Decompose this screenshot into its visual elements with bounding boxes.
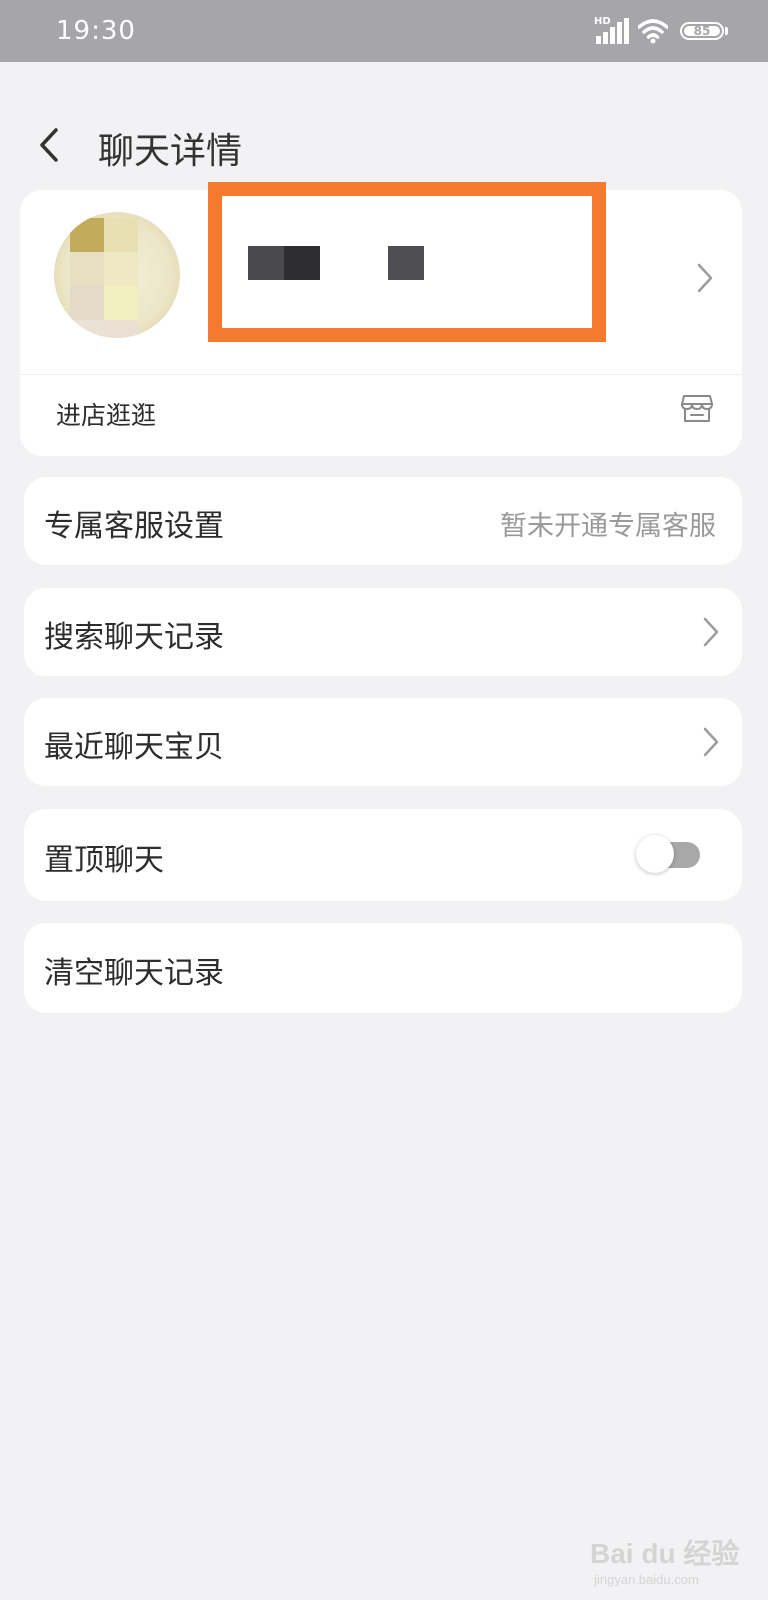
- exclusive-service-row[interactable]: 专属客服设置 暂未开通专属客服: [24, 477, 742, 565]
- shop-name-highlight-box: [208, 182, 606, 342]
- chevron-right-icon: [697, 263, 713, 293]
- shop-avatar: [54, 212, 180, 338]
- page-title: 聊天详情: [98, 131, 243, 172]
- shop-profile-row[interactable]: [20, 182, 742, 374]
- watermark-url: jingyan.baidu.com: [594, 1572, 699, 1587]
- shop-card: 进店逛逛: [20, 182, 742, 456]
- watermark-brand: Bai du 经验: [590, 1538, 740, 1569]
- store-icon: [681, 395, 713, 422]
- enter-shop-label: 进店逛逛: [56, 401, 157, 430]
- header: 聊天详情: [0, 110, 768, 180]
- wifi-icon: [638, 19, 668, 44]
- exclusive-service-status: 暂未开通专属客服: [500, 511, 716, 542]
- baidu-jingyan-watermark: Bai du 经验 jingyan.baidu.com: [590, 1502, 760, 1592]
- status-bar: 19:30 HD 85: [0, 0, 768, 62]
- search-history-row[interactable]: 搜索聊天记录: [24, 588, 742, 676]
- pin-chat-row: 置顶聊天: [24, 809, 742, 901]
- clear-history-row[interactable]: 清空聊天记录: [24, 923, 742, 1013]
- search-history-label: 搜索聊天记录: [44, 620, 224, 655]
- chevron-right-icon: [703, 727, 719, 757]
- status-icons: HD 85: [594, 16, 744, 46]
- battery-icon: 85: [680, 22, 724, 40]
- network-type: HD: [594, 16, 611, 27]
- recent-items-label: 最近聊天宝贝: [44, 730, 224, 765]
- chevron-right-icon: [703, 617, 719, 647]
- clear-history-label: 清空聊天记录: [44, 956, 224, 991]
- pin-chat-label: 置顶聊天: [44, 843, 164, 878]
- battery-level: 85: [693, 24, 711, 38]
- recent-items-row[interactable]: 最近聊天宝贝: [24, 698, 742, 786]
- status-time: 19:30: [56, 16, 136, 46]
- exclusive-service-label: 专属客服设置: [44, 509, 224, 544]
- enter-shop-row[interactable]: 进店逛逛: [20, 375, 742, 456]
- chevron-left-icon[interactable]: [32, 124, 66, 166]
- signal-icon: HD: [594, 16, 630, 44]
- pin-chat-toggle[interactable]: [636, 835, 700, 873]
